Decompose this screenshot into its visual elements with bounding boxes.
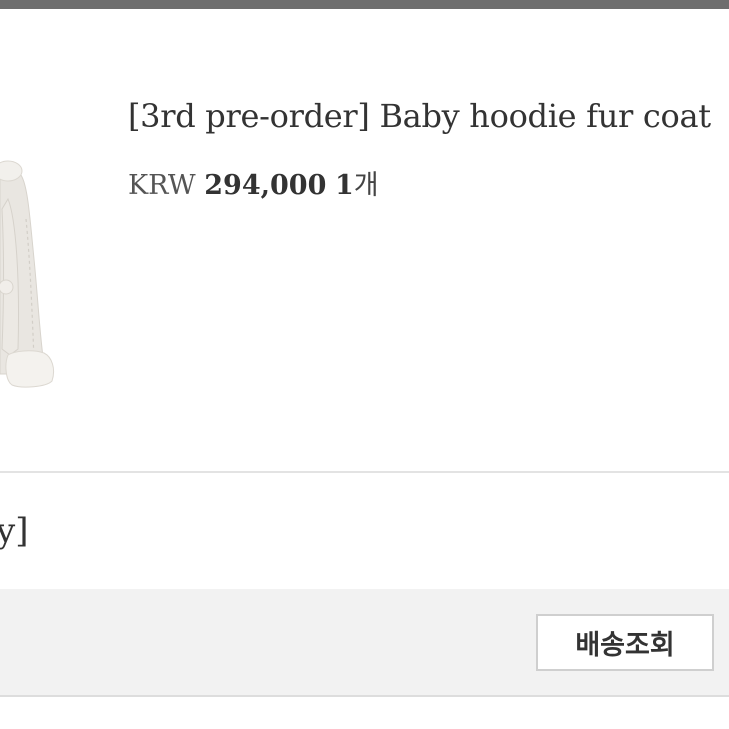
option-text: y] xyxy=(0,511,29,551)
product-title[interactable]: [3rd pre-order] Baby hoodie fur coat xyxy=(128,97,711,135)
order-detail-view: [3rd pre-order] Baby hoodie fur coat KRW… xyxy=(0,0,729,729)
bottom-area xyxy=(0,697,729,729)
product-card: [3rd pre-order] Baby hoodie fur coat KRW… xyxy=(0,9,729,471)
top-border-bar xyxy=(0,0,729,9)
price-amount: 294,000 xyxy=(204,170,327,201)
order-action-bar: 배송조회 xyxy=(0,589,729,697)
price-currency: KRW xyxy=(128,170,196,201)
quantity-value: 1 xyxy=(334,170,354,201)
quantity-unit: 개 xyxy=(353,170,379,201)
track-delivery-button[interactable]: 배송조회 xyxy=(536,614,714,671)
product-price-line: KRW 294,000 1개 xyxy=(128,163,379,202)
option-row: y] xyxy=(0,473,729,589)
product-thumbnail-image[interactable] xyxy=(0,159,62,409)
